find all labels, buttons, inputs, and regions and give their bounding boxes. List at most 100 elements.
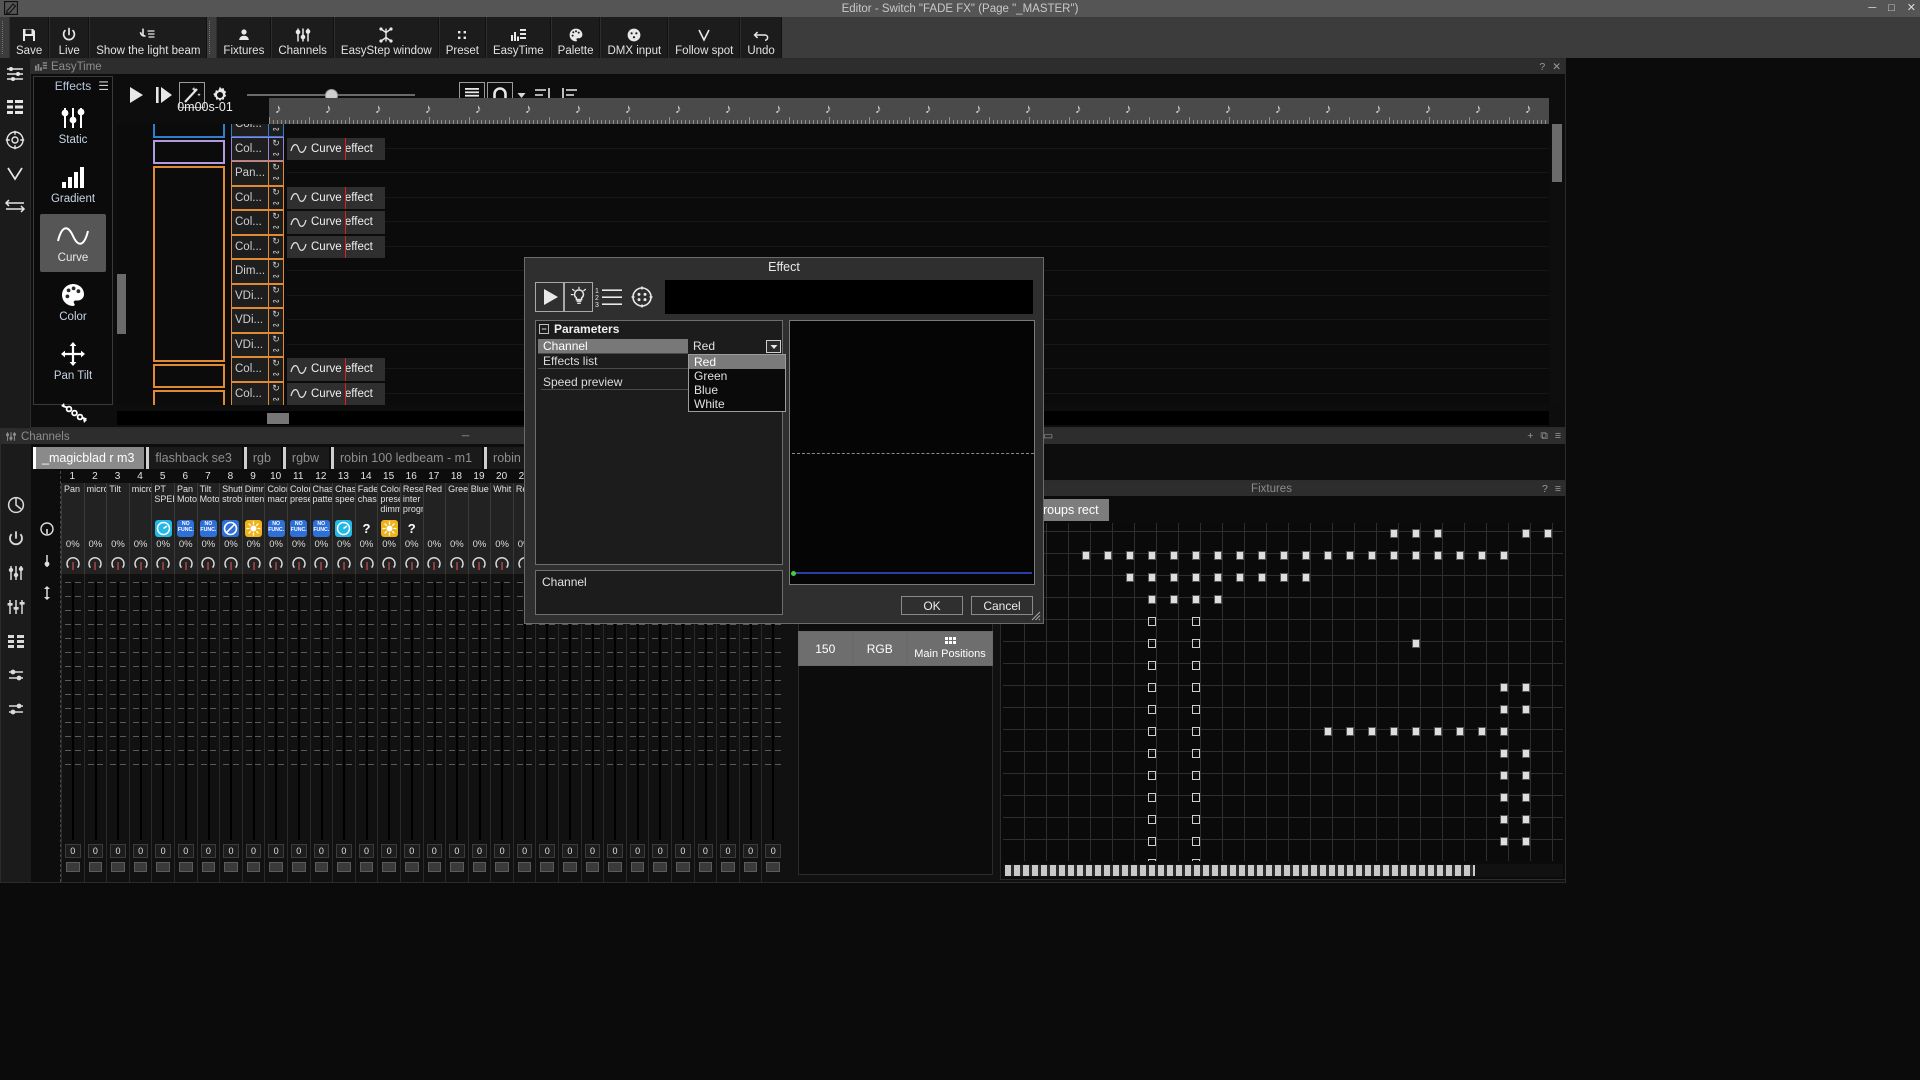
timeline-clip[interactable]: Curve effect bbox=[287, 137, 385, 160]
channel-knob[interactable] bbox=[286, 552, 310, 574]
fader-handle[interactable] bbox=[224, 862, 238, 872]
fixture-cell[interactable] bbox=[1280, 573, 1288, 582]
scrollbar-thumb[interactable] bbox=[1552, 124, 1562, 182]
palette-icon[interactable] bbox=[4, 494, 28, 516]
dropdown-option-white[interactable]: White bbox=[689, 397, 785, 411]
fixture-cell[interactable] bbox=[1500, 815, 1508, 824]
fader-handle[interactable] bbox=[540, 862, 555, 872]
channel-knob[interactable] bbox=[377, 552, 400, 574]
fixture-cell[interactable] bbox=[1170, 573, 1178, 582]
channel-fader[interactable]: 0 bbox=[422, 574, 446, 882]
fixture-cell[interactable] bbox=[1346, 551, 1354, 560]
fixture-cell[interactable] bbox=[1434, 529, 1442, 538]
easytime-button[interactable]: EasyTime bbox=[485, 17, 551, 58]
fader-handle[interactable] bbox=[382, 862, 396, 872]
fixture-cell[interactable] bbox=[1456, 727, 1464, 736]
channels-add-button[interactable]: + bbox=[1527, 430, 1533, 443]
track-name[interactable]: Col... bbox=[231, 357, 269, 382]
timeline-clip[interactable]: Curve effect bbox=[287, 358, 385, 381]
fader-handle[interactable] bbox=[246, 862, 261, 872]
timeline-clip[interactable]: Curve effect bbox=[287, 211, 385, 234]
track-loop-icons[interactable]: ↻∾ bbox=[269, 136, 284, 161]
play-icon[interactable] bbox=[535, 282, 564, 312]
channel-knob[interactable] bbox=[422, 552, 446, 574]
fixture-cell[interactable] bbox=[1192, 683, 1200, 692]
channels-button[interactable]: Channels bbox=[271, 17, 334, 58]
fixture-cell[interactable] bbox=[1478, 727, 1486, 736]
effect-item-pan-tilt[interactable]: Pan Tilt bbox=[40, 332, 106, 390]
channel-knob[interactable] bbox=[445, 552, 468, 574]
fixture-cell[interactable] bbox=[1236, 573, 1244, 582]
fixture-cell[interactable] bbox=[1192, 815, 1200, 824]
fixture-cell[interactable] bbox=[1522, 815, 1530, 824]
timeline-clip[interactable]: Curve effect bbox=[287, 186, 385, 209]
channel-fader[interactable]: 0 bbox=[173, 574, 197, 882]
channel-knob[interactable] bbox=[399, 552, 423, 574]
channel-knob[interactable] bbox=[151, 552, 174, 574]
fader-handle[interactable] bbox=[743, 862, 758, 872]
power-icon[interactable] bbox=[4, 528, 28, 550]
fixture-cell[interactable] bbox=[1500, 727, 1508, 736]
chevron-down-icon[interactable] bbox=[766, 340, 781, 353]
track-loop-icons[interactable]: ↻∾ bbox=[269, 161, 284, 186]
loop-icon[interactable]: ↻ bbox=[272, 358, 280, 369]
timeline-track-row[interactable]: Col...↻∾ bbox=[117, 124, 1549, 137]
channel-knob[interactable] bbox=[61, 552, 84, 574]
chevron-down-icon[interactable] bbox=[3, 161, 27, 185]
channel-knob[interactable] bbox=[196, 552, 220, 574]
effect-item-gradient[interactable]: Gradient bbox=[40, 155, 106, 213]
channel-tab-3[interactable]: rgbw bbox=[282, 447, 330, 469]
loop-icon[interactable]: ↻ bbox=[272, 162, 280, 173]
scrollbar-thumb[interactable] bbox=[1005, 865, 1475, 876]
fixture-cell[interactable] bbox=[1170, 595, 1178, 604]
swap-icon[interactable] bbox=[3, 194, 27, 218]
loop-icon[interactable]: ↻ bbox=[272, 309, 280, 320]
fixture-cell[interactable] bbox=[1434, 727, 1442, 736]
channel-dropdown-list[interactable]: Red Green Blue White bbox=[688, 354, 786, 412]
dropdown-option-red[interactable]: Red bbox=[689, 355, 785, 369]
track-name[interactable]: Col... bbox=[231, 136, 269, 161]
track-name[interactable]: Col... bbox=[231, 185, 269, 210]
channel-fader[interactable]: 0 bbox=[445, 574, 468, 882]
matrix-icon[interactable] bbox=[4, 630, 28, 652]
fixture-cell[interactable] bbox=[1412, 529, 1420, 538]
fader-handle[interactable] bbox=[66, 862, 80, 872]
fixture-cell[interactable] bbox=[1368, 551, 1376, 560]
fixture-cell[interactable] bbox=[1522, 683, 1530, 692]
timeline-clip[interactable]: Curve effect bbox=[287, 382, 385, 405]
target-icon[interactable] bbox=[627, 282, 656, 312]
fixture-cell[interactable] bbox=[1192, 771, 1200, 780]
track-loop-icons[interactable]: ↻∾ bbox=[269, 259, 284, 284]
grid-icon[interactable] bbox=[3, 95, 27, 119]
dialog-resize-grip[interactable] bbox=[1031, 611, 1041, 621]
fixtures-horizontal-scrollbar[interactable] bbox=[1003, 864, 1563, 877]
fader-handle[interactable] bbox=[563, 862, 577, 872]
effect-preview-canvas[interactable] bbox=[789, 320, 1035, 585]
fixture-cell[interactable] bbox=[1148, 617, 1156, 626]
channel-fader[interactable]: 0 bbox=[286, 574, 310, 882]
track-name[interactable]: Col... bbox=[231, 124, 269, 137]
hourglass-icon[interactable]: ∾ bbox=[272, 247, 280, 258]
fixture-cell[interactable] bbox=[1478, 551, 1486, 560]
track-name[interactable]: VDi... bbox=[231, 308, 269, 333]
loop-icon[interactable]: ↻ bbox=[272, 383, 280, 394]
target-icon[interactable] bbox=[3, 128, 27, 152]
fader-handle[interactable] bbox=[608, 862, 622, 872]
hourglass-icon[interactable]: ∾ bbox=[272, 320, 280, 331]
channels-menu-button[interactable]: ≡ bbox=[1555, 430, 1561, 443]
fixture-cell[interactable] bbox=[1148, 859, 1156, 861]
track-name[interactable]: Dim... bbox=[231, 259, 269, 284]
fader-handle[interactable] bbox=[653, 862, 668, 872]
easytime-close-button[interactable]: ✕ bbox=[1552, 61, 1561, 73]
fader-handle[interactable] bbox=[133, 862, 148, 872]
fixtures-menu-button[interactable]: ≡ bbox=[1555, 483, 1561, 495]
channel-knob[interactable] bbox=[332, 552, 355, 574]
fader-handle[interactable] bbox=[404, 862, 419, 872]
track-loop-icons[interactable]: ↻∾ bbox=[269, 308, 284, 333]
close-button[interactable]: ✕ bbox=[1907, 0, 1916, 17]
channel-fader[interactable]: 0 bbox=[219, 574, 242, 882]
preset-button[interactable]: Preset bbox=[438, 17, 486, 58]
save-button[interactable]: Save bbox=[9, 17, 50, 58]
fixture-cell[interactable] bbox=[1148, 683, 1156, 692]
channel-fader[interactable]: 0 bbox=[83, 574, 107, 882]
